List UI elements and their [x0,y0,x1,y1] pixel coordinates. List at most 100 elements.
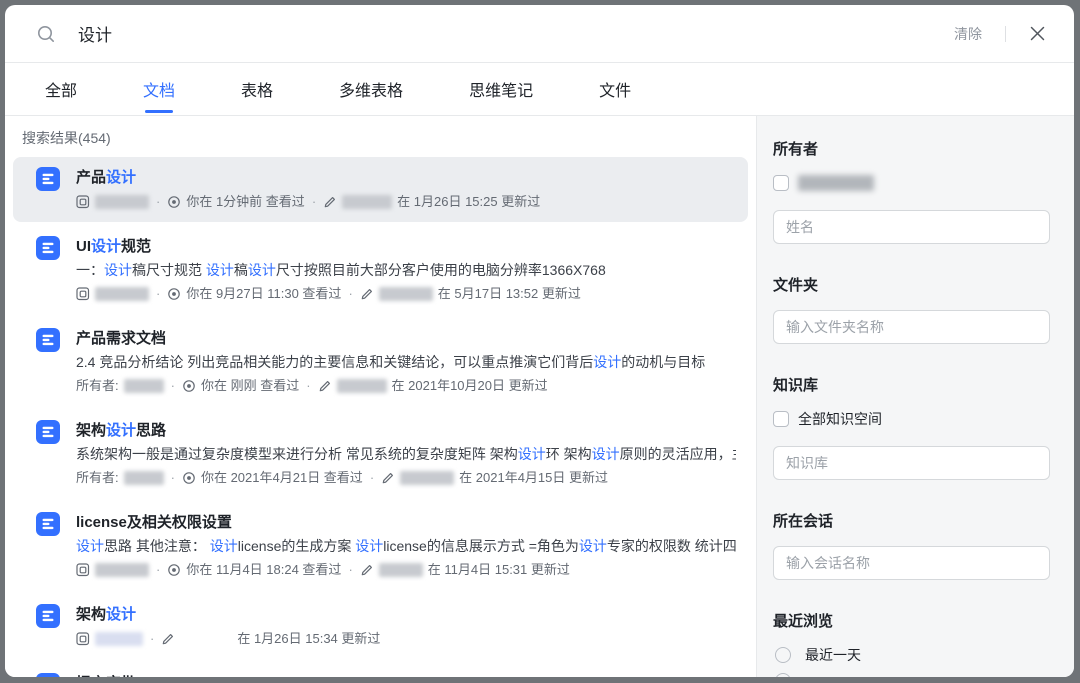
meta-separator-dot: · [170,470,175,485]
result-title-text: 产品 [76,169,107,186]
meta-separator-dot: · [348,562,353,577]
result-title: UI设计规范 [76,235,736,259]
result-body: license及相关权限设置设计思路 其他注意： 设计license的生成方案 … [76,511,736,581]
results-panel: 搜索结果(454) 产品设计 · 你在 1分钟前 查看过 · 在 1月26日 15:25… [5,116,756,677]
result-title: 产品设计 [76,166,736,190]
result-title: 架构设计思路 [76,419,736,443]
results-summary: 搜索结果(454) [22,130,111,146]
search-bar: 设计 清除 [5,5,1074,63]
search-input[interactable]: 设计 [78,21,954,46]
tab-files[interactable]: 文件 [599,63,631,115]
filter-owner-heading: 所有者 [773,141,819,158]
meta-separator-dot: · [156,562,161,577]
chat-input[interactable] [773,546,1050,580]
result-snippet-text: 2.4 竞品分析结论 列出竞品相关能力的主要信息和关键结论，可以重点推演它们背后 [76,354,594,370]
result-snippet-text: 稿 [233,262,248,278]
result-snippet-text: 稿尺寸规范 [132,262,206,278]
close-icon[interactable] [1029,25,1046,42]
eye-icon [182,379,196,393]
result-meta-text: 在 2021年10月20日 更新过 [391,378,548,393]
tab-sheets[interactable]: 表格 [241,63,273,115]
result-snippet: 一：设计稿尺寸规范 设计稿设计尺寸按照目前大部分客户使用的电脑分辨率1366X7… [76,259,736,282]
pen-icon [381,471,395,485]
result-meta-text: 你在 1分钟前 查看过 [186,194,305,209]
filter-wiki-heading: 知识库 [773,377,819,394]
result-snippet-text: 尺寸按照目前大部分客户使用的电脑分辨率1366X768 [275,262,606,278]
result-snippet: 设计思路 其他注意： 设计license的生成方案 设计license的信息展示… [76,535,736,558]
search-result-item[interactable]: 产品需求文档 2.4 竞品分析结论 列出竞品相关能力的主要信息和关键结论，可以重点… [13,318,748,406]
search-result-item[interactable]: 提交审批 [13,663,748,677]
search-result-item[interactable]: UI设计规范 一：设计稿尺寸规范 设计稿设计尺寸按照目前大部分客户使用的电脑分辨率… [13,226,748,314]
result-meta-text: 所有者: [76,378,119,393]
recent-radio-partial[interactable] [775,673,791,677]
result-snippet-text: license的信息展示方式 =角色为 [383,538,579,554]
result-snippet-highlight: 设计 [591,446,620,462]
search-result-item[interactable]: license及相关权限设置设计思路 其他注意： 设计license的生成方案 … [13,502,748,590]
result-meta: · 在 1月26日 15:34 更新过 [76,627,736,650]
result-body: 架构设计 · 在 1月26日 15:34 更新过 [76,603,736,650]
result-snippet-highlight: 设计 [104,262,132,278]
result-title-text: license及相关权限设置 [76,514,232,531]
result-body: 提交审批 [76,672,736,677]
result-title-highlight: 设计 [106,169,137,186]
redacted-name [123,378,164,393]
result-title: 提交审批 [76,672,736,677]
filters-sidebar: 所有者文件夹知识库全部知识空间所在会话最近浏览最近一天 [756,116,1074,677]
redacted-name [95,562,149,577]
result-title-text: 规范 [121,238,152,255]
owner-name-input[interactable] [773,210,1050,244]
tab-bitable[interactable]: 多维表格 [339,63,403,115]
space-icon [76,631,90,646]
result-snippet-text: 系统架构一般是通过复杂度模型来进行分析 常见系统的复杂度矩阵 架构 [76,446,518,462]
result-snippet: 2.4 竞品分析结论 列出竞品相关能力的主要信息和关键结论，可以重点推演它们背后… [76,351,736,374]
search-result-item[interactable]: 产品设计 · 你在 1分钟前 查看过 · 在 1月26日 15:25 更新过 [13,157,748,222]
redacted-blank [180,632,232,646]
result-meta-text: 你在 刚刚 查看过 [200,378,300,393]
result-meta-text: 在 11月4日 15:31 更新过 [427,562,570,577]
search-result-item[interactable]: 架构设计 · 在 1月26日 15:34 更新过 [13,594,748,659]
result-body: 产品需求文档 2.4 竞品分析结论 列出竞品相关能力的主要信息和关键结论，可以重点… [76,327,736,397]
space-icon [76,194,90,209]
result-snippet-highlight: 设计 [209,538,238,554]
doc-icon [36,604,60,650]
pen-icon [161,632,175,646]
result-title: license及相关权限设置 [76,511,736,535]
all-wiki-spaces-checkbox[interactable] [773,411,789,427]
result-snippet: 系统架构一般是通过复杂度模型来进行分析 常见系统的复杂度矩阵 架构设计环 架构设… [76,443,736,466]
pen-icon [323,195,337,209]
tab-docs[interactable]: 文档 [143,63,175,115]
doc-icon [36,236,60,305]
search-dialog: 设计 清除 全部 文档 表格 多维表格 思维笔记 文件 搜索结果(454) 产品设计 · 你在… [5,5,1074,677]
result-snippet-highlight: 设计 [593,354,622,370]
pen-icon [318,379,332,393]
redacted-name [95,286,149,301]
all-wiki-spaces-checkbox-label: 全部知识空间 [798,411,882,427]
result-snippet-highlight: 设计 [517,446,546,462]
clear-button[interactable]: 清除 [954,24,982,44]
filter-recent-heading: 最近浏览 [773,613,834,630]
tab-all[interactable]: 全部 [45,63,77,115]
result-snippet-text: 的动机与目标 [621,354,706,370]
owner-me-checkbox[interactable] [773,175,789,191]
result-meta-text: 所有者: [76,470,119,485]
result-snippet-highlight: 设计 [247,262,276,278]
result-snippet-text: license的生成方案 [237,538,356,554]
recent-one-day-radio[interactable] [775,647,791,663]
result-title-text: 架构 [76,422,107,439]
search-icon [36,24,56,44]
tab-mindnotes[interactable]: 思维笔记 [469,63,533,115]
doc-icon [36,167,60,213]
result-meta-text: 你在 2021年4月21日 查看过 [200,470,363,485]
folder-input[interactable] [773,310,1050,344]
search-result-item[interactable]: 架构设计思路 系统架构一般是通过复杂度模型来进行分析 常见系统的复杂度矩阵 架构设… [13,410,748,498]
result-snippet-text: 专家的权限数 统计四类用... [606,538,736,554]
wiki-input[interactable] [773,446,1050,480]
result-title-highlight: 设计 [106,606,137,623]
meta-separator-dot: · [170,378,175,393]
result-snippet-text: 原则的灵活应用，主要... [619,446,736,462]
redacted-name [95,631,143,646]
meta-separator-dot: · [156,194,161,209]
meta-separator-dot: · [369,470,375,485]
result-meta-text: 你在 9月27日 11:30 查看过 [186,286,342,301]
eye-icon [167,287,181,301]
